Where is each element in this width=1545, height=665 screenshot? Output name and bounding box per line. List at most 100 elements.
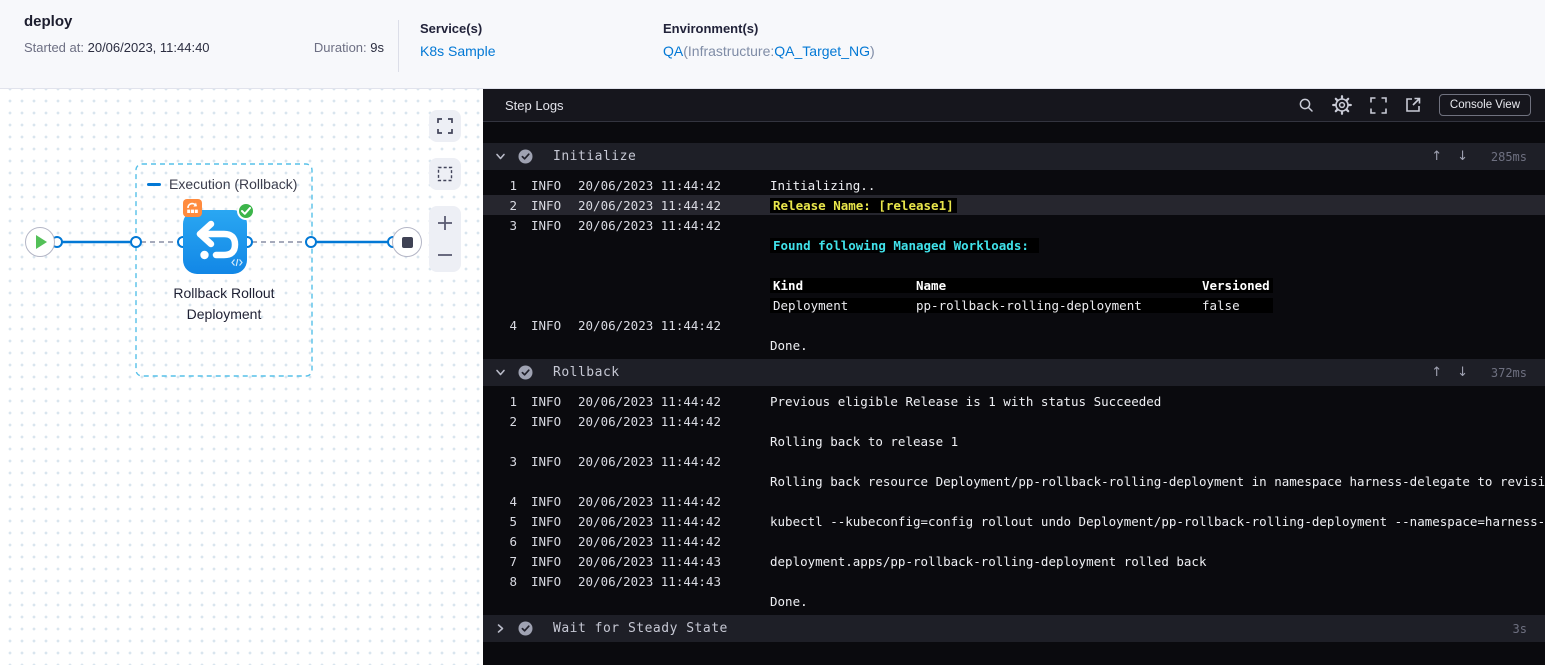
step-logs-panel: Step Logs Console View Initialize ↑ ↓ 28… xyxy=(483,89,1545,665)
log-line: 8 INFO 20/06/2023 11:44:43 xyxy=(483,571,1545,591)
log-level: INFO xyxy=(531,177,562,193)
link-ring[interactable] xyxy=(305,236,317,248)
log-line-number: 1 xyxy=(509,393,517,409)
chevron-down-icon[interactable] xyxy=(494,151,506,162)
log-message: Done. xyxy=(770,593,808,609)
pipeline-canvas[interactable]: Execution (Rollback) Rollback Rollout De… xyxy=(0,89,483,665)
log-level: INFO xyxy=(531,453,562,469)
canvas-select-button[interactable] xyxy=(429,158,461,190)
log-line: Rolling back resource Deployment/pp-roll… xyxy=(483,471,1545,491)
rollback-step-node[interactable] xyxy=(183,199,255,274)
service-link[interactable]: K8s Sample xyxy=(420,43,642,59)
log-level: INFO xyxy=(531,393,562,409)
log-line-number: 7 xyxy=(509,553,517,569)
search-icon[interactable] xyxy=(1298,97,1314,113)
code-icon xyxy=(231,254,243,272)
log-line: 4 INFO 20/06/2023 11:44:42 xyxy=(483,491,1545,511)
infrastructure-suffix: ) xyxy=(869,43,875,59)
scroll-to-bottom-icon[interactable]: ↓ xyxy=(1457,149,1468,164)
log-level: INFO xyxy=(531,533,562,549)
log-timestamp: 20/06/2023 11:44:42 xyxy=(578,217,721,233)
open-in-new-icon[interactable] xyxy=(1405,97,1421,113)
log-message: Rolling back resource Deployment/pp-roll… xyxy=(770,473,1545,489)
section-title: Rollback xyxy=(553,365,620,380)
section-success-icon xyxy=(518,621,533,636)
log-line: 6 INFO 20/06/2023 11:44:42 xyxy=(483,531,1545,551)
log-level: INFO xyxy=(531,217,562,233)
execution-group-label[interactable]: Execution (Rollback) xyxy=(147,176,297,192)
log-line-number: 6 xyxy=(509,533,517,549)
zoom-in-icon[interactable] xyxy=(437,215,453,231)
log-line: 3 INFO 20/06/2023 11:44:42 xyxy=(483,451,1545,471)
expand-logs-icon[interactable] xyxy=(1370,96,1387,114)
environments-block: Environment(s) QA(Infrastructure:QA_Targ… xyxy=(642,0,875,88)
execution-group-label-text: Execution (Rollback) xyxy=(169,176,298,192)
log-timestamp: 20/06/2023 11:44:43 xyxy=(578,573,721,589)
start-node[interactable] xyxy=(25,227,55,257)
environment-link[interactable]: QA xyxy=(663,43,683,59)
zoom-out-icon[interactable] xyxy=(437,247,453,263)
console-view-button[interactable]: Console View xyxy=(1438,94,1531,116)
execution-summary: deploy Started at: 20/06/2023, 11:44:40 … xyxy=(24,0,398,88)
execution-header: deploy Started at: 20/06/2023, 11:44:40 … xyxy=(0,0,1545,89)
log-line-number: 4 xyxy=(509,317,517,333)
stop-icon xyxy=(401,236,413,248)
log-message: Release Name: [release1] xyxy=(770,197,957,213)
link-ring[interactable] xyxy=(130,236,142,248)
log-body[interactable]: Initialize ↑ ↓ 285ms 1 INFO 20/06/2023 11:44:4… xyxy=(483,122,1545,665)
log-line-number: 2 xyxy=(509,413,517,429)
log-level: INFO xyxy=(531,197,562,213)
scroll-to-bottom-icon[interactable]: ↓ xyxy=(1457,365,1468,380)
scroll-to-top-icon[interactable]: ↑ xyxy=(1431,149,1442,164)
log-timestamp: 20/06/2023 11:44:42 xyxy=(578,177,721,193)
step-logs-header: Step Logs Console View xyxy=(483,89,1545,122)
log-section-header[interactable]: Initialize ↑ ↓ 285ms xyxy=(483,143,1545,170)
log-line-number: 3 xyxy=(509,453,517,469)
log-line-number: 2 xyxy=(509,197,517,213)
log-message: Done. xyxy=(770,337,808,353)
services-label: Service(s) xyxy=(420,21,483,36)
log-timestamp: 20/06/2023 11:44:43 xyxy=(578,553,721,569)
log-section-header[interactable]: Wait for Steady State 3s xyxy=(483,615,1545,642)
step-name-label[interactable]: Rollback Rollout Deployment xyxy=(136,283,312,325)
log-timestamp: 20/06/2023 11:44:42 xyxy=(578,197,721,213)
settings-gear-icon[interactable] xyxy=(1331,95,1352,115)
log-timestamp: 20/06/2023 11:44:42 xyxy=(578,493,721,509)
log-level: INFO xyxy=(531,413,562,429)
infrastructure-link[interactable]: QA_Target_NG xyxy=(774,43,870,59)
step-logs-title: Step Logs xyxy=(505,97,564,113)
log-line: 5 INFO 20/06/2023 11:44:42 kubectl --kubeco… xyxy=(483,511,1545,531)
marquee-select-icon xyxy=(437,166,453,182)
scroll-to-top-icon[interactable]: ↑ xyxy=(1431,365,1442,380)
canvas-fullscreen-button[interactable] xyxy=(429,110,461,142)
log-timestamp: 20/06/2023 11:44:42 xyxy=(578,533,721,549)
chevron-down-icon[interactable] xyxy=(494,367,506,378)
log-message: Rolling back to release 1 xyxy=(770,433,959,449)
section-log-lines: 1 INFO 20/06/2023 11:44:42 Previous eligibl… xyxy=(483,386,1545,615)
log-line: 1 INFO 20/06/2023 11:44:42 Previous eligibl… xyxy=(483,391,1545,411)
log-line: Rolling back to release 1 xyxy=(483,431,1545,451)
log-message: deployment.apps/pp-rollback-rolling-depl… xyxy=(770,553,1207,569)
log-line: Done. xyxy=(483,335,1545,355)
log-message: Deployment pp-rollback-rolling-deploymen… xyxy=(770,297,1273,313)
log-timestamp: 20/06/2023 11:44:42 xyxy=(578,317,721,333)
log-line: Found following Managed Workloads: xyxy=(483,235,1545,255)
chevron-right-icon[interactable] xyxy=(494,623,506,634)
log-line-number: 1 xyxy=(509,177,517,193)
duration: Duration: 9s xyxy=(314,40,384,55)
fullscreen-icon xyxy=(437,118,453,134)
end-node[interactable] xyxy=(392,227,422,257)
log-message: Kind Name Versioned xyxy=(770,277,1273,293)
section-duration: 3s xyxy=(1512,621,1527,636)
started-at-label: Started at: xyxy=(24,40,84,55)
environments-label: Environment(s) xyxy=(663,21,759,36)
collapse-group-icon[interactable] xyxy=(147,182,161,186)
log-section-header[interactable]: Rollback ↑ ↓ 372ms xyxy=(483,359,1545,386)
log-line: 1 INFO 20/06/2023 11:44:42 Initializing.. xyxy=(483,175,1545,195)
log-level: INFO xyxy=(531,493,562,509)
log-timestamp: 20/06/2023 11:44:42 xyxy=(578,453,721,469)
log-line: 2 INFO 20/06/2023 11:44:42 Release Name: [r… xyxy=(483,195,1545,215)
rollout-badge-icon xyxy=(183,199,202,217)
canvas-zoom-control xyxy=(429,206,461,272)
